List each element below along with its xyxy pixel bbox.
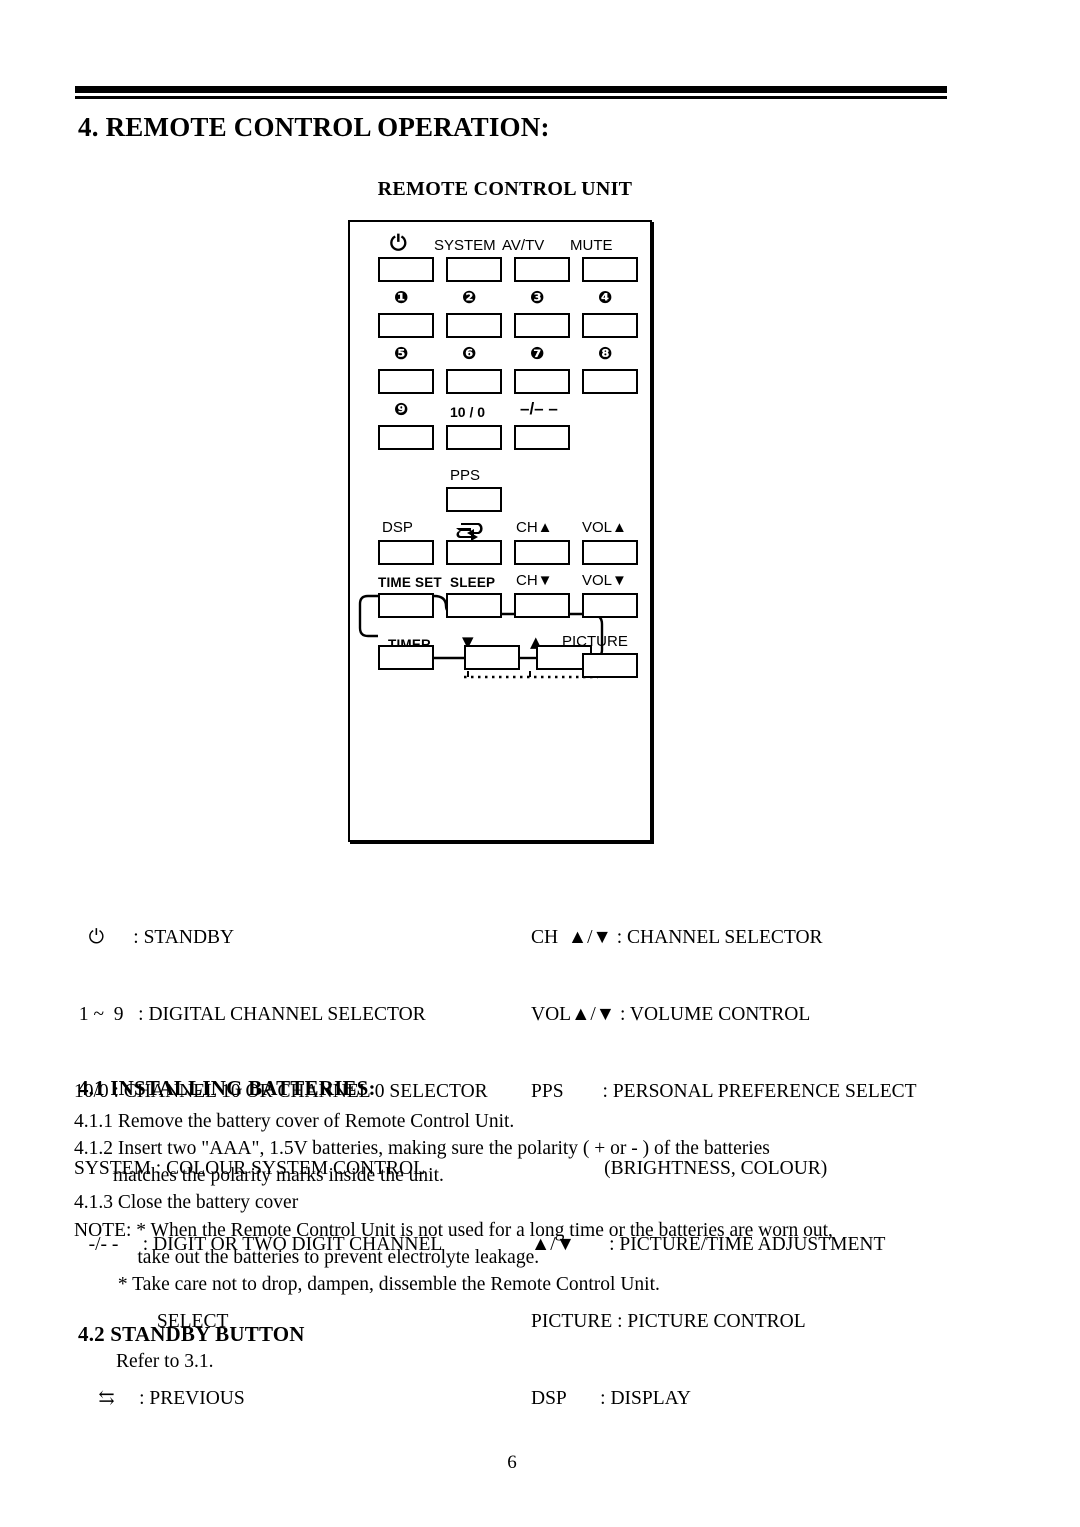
page-title: 4. REMOTE CONTROL OPERATION: xyxy=(78,112,550,142)
label-vol-up: VOL▲ xyxy=(582,519,627,536)
label-digit-3: ❸ xyxy=(530,288,545,308)
label-digit-1: ❶ xyxy=(394,288,409,308)
label-dsp: DSP xyxy=(382,519,413,536)
button-avtv[interactable] xyxy=(514,257,570,282)
battery-step-2-cont: matches the polarity marks inside the un… xyxy=(74,1165,444,1186)
label-vol-down: VOL▼ xyxy=(582,572,627,589)
power-icon: ⏻ xyxy=(390,231,407,255)
button-digit-3[interactable] xyxy=(514,313,570,338)
label-system: SYSTEM xyxy=(434,237,496,254)
button-digit-8[interactable] xyxy=(582,369,638,394)
legend-left-row: ⏻ : STANDBY xyxy=(74,927,235,949)
heading-standby-button: 4.2 STANDBY BUTTON xyxy=(78,1322,305,1346)
page-number: 6 xyxy=(507,1452,517,1473)
legend-left-row: 1 ~ 9 : DIGITAL CHANNEL SELECTOR xyxy=(74,1003,426,1025)
battery-step-2: 4.1.2 Insert two "AAA", 1.5V batteries, … xyxy=(74,1138,770,1159)
battery-step-3: 4.1.3 Close the battery cover xyxy=(74,1192,299,1213)
header-double-rule xyxy=(75,86,947,99)
legend-right-row: DSP : DISPLAY xyxy=(531,1387,692,1409)
button-vol-up[interactable] xyxy=(582,540,638,565)
label-digit-2: ❷ xyxy=(462,288,477,308)
button-digit-2[interactable] xyxy=(446,313,502,338)
button-picture[interactable] xyxy=(582,653,638,678)
button-vol-down[interactable] xyxy=(582,593,638,618)
button-dash-slash[interactable] xyxy=(514,425,570,450)
button-timer[interactable] xyxy=(378,645,434,670)
button-time-set[interactable] xyxy=(378,593,434,618)
label-ch-down: CH▼ xyxy=(516,572,553,589)
button-digit-9[interactable] xyxy=(378,425,434,450)
note-line-2: take out the batteries to prevent electr… xyxy=(74,1247,540,1268)
heading-installing-batteries: 4.1 INSTALLING BATTERIES: xyxy=(78,1076,376,1100)
button-dsp[interactable] xyxy=(378,540,434,565)
label-ten-zero: 10 / 0 xyxy=(450,404,486,420)
rule-thin xyxy=(75,96,947,99)
standby-body-text: Refer to 3.1. xyxy=(116,1351,214,1372)
button-digit-4[interactable] xyxy=(582,313,638,338)
legend-right-row: VOL▲/▼ : VOLUME CONTROL xyxy=(531,1003,811,1025)
button-previous[interactable] xyxy=(446,540,502,565)
battery-step-1: 4.1.1 Remove the battery cover of Remote… xyxy=(74,1111,515,1132)
note-line-1: NOTE: * When the Remote Control Unit is … xyxy=(74,1220,833,1241)
button-ch-down[interactable] xyxy=(514,593,570,618)
label-mute: MUTE xyxy=(570,237,613,254)
label-dash-slash: –/– – xyxy=(520,399,558,418)
label-digit-7: ❼ xyxy=(530,344,545,364)
label-time-set: TIME SET xyxy=(378,575,442,590)
legend-right-row: CH ▲/▼ : CHANNEL SELECTOR xyxy=(531,927,823,949)
label-ch-up: CH▲ xyxy=(516,519,553,536)
label-digit-4: ❹ xyxy=(598,288,613,308)
label-digit-9: ❾ xyxy=(394,400,409,420)
button-digit-6[interactable] xyxy=(446,369,502,394)
remote-control-diagram: ⏻ SYSTEM AV/TV MUTE ❶ ❷ ❸ ❹ ❺ ❻ ❼ ❽ ❾ 10… xyxy=(348,220,652,842)
button-mute[interactable] xyxy=(582,257,638,282)
button-system[interactable] xyxy=(446,257,502,282)
rule-thick xyxy=(75,86,947,93)
button-digit-5[interactable] xyxy=(378,369,434,394)
button-sleep[interactable] xyxy=(446,593,502,618)
button-ten-zero[interactable] xyxy=(446,425,502,450)
button-pps[interactable] xyxy=(446,487,502,512)
legend-left-row: ⇆ : PREVIOUS xyxy=(74,1387,245,1409)
label-digit-8: ❽ xyxy=(598,344,613,364)
label-digit-6: ❻ xyxy=(462,344,477,364)
label-pps: PPS xyxy=(450,467,481,484)
label-avtv: AV/TV xyxy=(502,237,545,254)
note-line-3: * Take care not to drop, dampen, dissemb… xyxy=(74,1274,660,1295)
button-power[interactable] xyxy=(378,257,434,282)
section-subtitle: REMOTE CONTROL UNIT xyxy=(377,178,633,200)
button-digit-7[interactable] xyxy=(514,369,570,394)
button-digit-1[interactable] xyxy=(378,313,434,338)
button-down-arrow[interactable] xyxy=(464,645,520,670)
label-sleep: SLEEP xyxy=(450,575,496,590)
legend-right-row: PPS : PERSONAL PREFERENCE SELECT xyxy=(531,1080,917,1102)
label-digit-5: ❺ xyxy=(394,344,409,364)
previous-swap-icon xyxy=(456,523,483,541)
legend-right-row: PICTURE : PICTURE CONTROL xyxy=(531,1311,806,1333)
button-ch-up[interactable] xyxy=(514,540,570,565)
